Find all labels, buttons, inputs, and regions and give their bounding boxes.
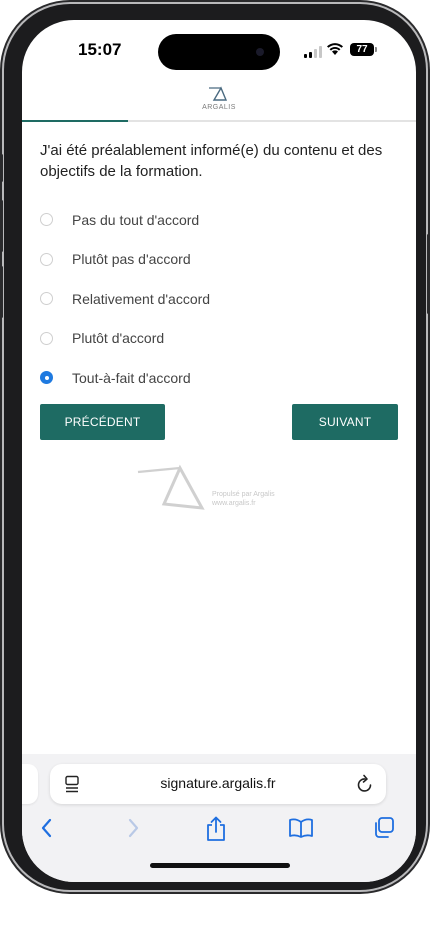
powered-by-line: Propulsé par Argalis [212,491,275,498]
volume-down-button [0,266,3,318]
radio-button[interactable] [40,252,53,266]
address-bar[interactable]: signature.argalis.fr [50,764,386,804]
bookmarks-icon[interactable] [288,816,314,840]
option-relativement-d-accord[interactable]: Relativement d'accord [40,279,400,319]
browser-bottom-bar: signature.argalis.fr [22,754,416,882]
option-label: Relativement d'accord [72,290,211,307]
answer-options: Pas du tout d'accord Plutôt pas d'accord… [40,200,400,398]
question-text: J'ai été préalablement informé(e) du con… [40,142,383,180]
logo-text: ARGALIS [202,104,236,111]
radio-button[interactable] [40,331,53,345]
argalis-logo-icon [209,86,228,101]
browser-toolbar [22,812,416,846]
action-button [0,154,3,182]
radio-button[interactable] [40,371,53,385]
powered-by-text: Propulsé par Argalis www.argalis.fr [212,490,275,508]
option-plutot-d-accord[interactable]: Plutôt d'accord [40,319,400,359]
next-button[interactable]: SUIVANT [292,404,398,440]
screen: 15:07 77 ARGALIS J'ai été préalablement … [22,20,416,882]
forward-icon[interactable] [124,816,142,840]
powered-by-url: www.argalis.fr [212,500,256,507]
url-text[interactable]: signature.argalis.fr [50,775,386,791]
status-bar: 15:07 77 [22,20,416,86]
share-icon[interactable] [205,816,227,842]
previous-button[interactable]: PRÉCÉDENT [40,404,165,440]
reload-icon[interactable] [356,774,374,794]
option-plutot-pas-d-accord[interactable]: Plutôt pas d'accord [40,240,400,280]
option-label: Plutôt d'accord [72,330,165,347]
status-time: 15:07 [78,40,122,59]
radio-button[interactable] [40,213,53,227]
cellular-signal-icon [304,46,322,58]
previous-tab-preview[interactable] [22,764,38,804]
site-header: ARGALIS [22,86,416,120]
progress-bar [22,120,416,122]
tabs-icon[interactable] [372,816,396,840]
powered-by-argalis[interactable]: Propulsé par Argalis www.argalis.fr [134,464,314,514]
option-label: Pas du tout d'accord [72,211,200,228]
back-icon[interactable] [38,816,56,840]
home-indicator [150,863,290,868]
dynamic-island [158,34,280,70]
camera-dot [256,48,264,56]
radio-button[interactable] [40,292,53,306]
volume-up-button [0,200,3,252]
option-label: Plutôt pas d'accord [72,251,191,268]
wifi-icon [327,43,343,55]
option-label: Tout-à-fait d'accord [72,369,191,386]
progress-fill [22,120,129,122]
option-pas-du-tout-d-accord[interactable]: Pas du tout d'accord [40,200,400,240]
phone-frame: 15:07 77 ARGALIS J'ai été préalablement … [0,4,430,890]
argalis-watermark-icon [137,464,205,510]
option-tout-a-fait-d-accord[interactable]: Tout-à-fait d'accord [40,358,400,398]
battery-icon: 77 [350,43,377,56]
